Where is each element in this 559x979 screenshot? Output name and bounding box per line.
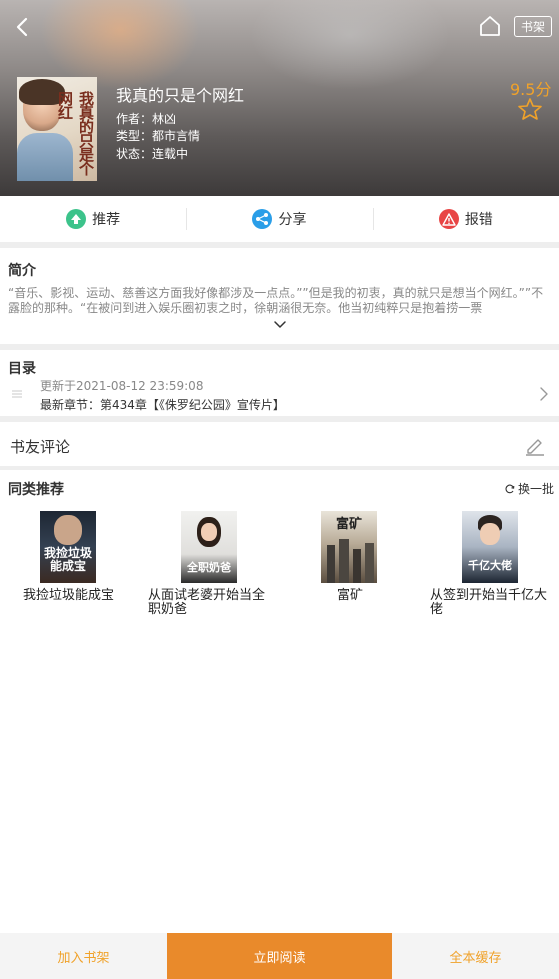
chevron-right-icon[interactable]: [539, 387, 549, 401]
book-title: 我真的只是个网红: [116, 86, 245, 105]
intro-text: “音乐、影视、运动、慈善这方面我好像都涉及一点点。””但是我的初衷，真的就只是想…: [8, 286, 544, 315]
add-to-shelf-button[interactable]: 加入书架: [0, 933, 167, 979]
share-label: 分享: [278, 212, 307, 228]
toc-updated: 更新于2021-08-12 23:59:08: [40, 379, 204, 393]
rec-cover-title: 我捡垃圾能成宝: [43, 546, 92, 573]
recommend-icon: [66, 209, 87, 229]
recommend-button[interactable]: 推荐: [0, 196, 186, 242]
refresh-icon: [505, 484, 515, 493]
book-header: 书架 我真的只是个网红 我真的只是个网红 作者：林凶 类型：都市言情 状态：连载…: [0, 0, 559, 196]
rec-cover-title: 全职奶爸: [187, 561, 231, 574]
similar-books-section: 同类推荐 换一批 我捡垃圾能成宝 我捡垃圾能成宝 全职奶爸 从面试老婆开始当全职…: [0, 470, 559, 934]
book-type: 类型：都市言情: [116, 129, 201, 143]
edit-icon[interactable]: [524, 434, 546, 456]
rec-title: 富矿: [337, 588, 364, 603]
rec-cover-title: 富矿: [335, 517, 362, 532]
refresh-label: 换一批: [518, 482, 555, 496]
share-button[interactable]: 分享: [186, 196, 372, 242]
share-icon: [252, 209, 273, 229]
rec-cover-title: 千亿大佬: [468, 559, 512, 572]
cache-all-button[interactable]: 全本缓存: [392, 933, 559, 979]
toc-title: 目录: [8, 361, 36, 377]
book-cover: 我真的只是个网红: [17, 77, 97, 181]
report-button[interactable]: 报错: [372, 196, 559, 242]
book-status: 状态：连载中: [116, 147, 189, 161]
comments-section[interactable]: 书友评论: [0, 422, 559, 466]
refresh-button[interactable]: 换一批: [505, 480, 554, 497]
recommend-label: 推荐: [92, 212, 121, 228]
cover-title: 我真的只是个网红: [56, 91, 95, 175]
toc-latest-chapter[interactable]: 最新章节：第434章【《侏罗纪公园》宣传片】: [40, 396, 285, 413]
rec-cover: 我捡垃圾能成宝: [40, 511, 96, 583]
comments-title: 书友评论: [10, 438, 71, 456]
recs-title: 同类推荐: [8, 482, 64, 498]
rec-title: 从面试老婆开始当全职奶爸: [148, 588, 266, 617]
rec-title: 从签到开始当千亿大佬: [430, 588, 548, 617]
rec-title: 我捡垃圾能成宝: [23, 588, 115, 603]
rec-cover: 全职奶爸: [181, 511, 237, 583]
chevron-left-icon: [16, 17, 28, 37]
read-now-button[interactable]: 立即阅读: [167, 933, 392, 979]
chevron-down-icon[interactable]: [272, 320, 288, 330]
star-icon[interactable]: [517, 97, 543, 121]
intro-section: 简介 “音乐、影视、运动、慈善这方面我好像都涉及一点点。””但是我的初衷，真的就…: [0, 248, 559, 344]
warning-icon: [438, 209, 459, 229]
action-bar: 推荐 分享 报错: [0, 196, 559, 242]
report-label: 报错: [464, 212, 493, 228]
list-icon: [12, 390, 22, 398]
toc-section[interactable]: 目录 更新于2021-08-12 23:59:08 最新章节：第434章【《侏罗…: [0, 350, 559, 416]
home-icon[interactable]: [478, 14, 502, 38]
intro-title: 简介: [8, 263, 36, 279]
bottom-bar: 加入书架 立即阅读 全本缓存: [0, 933, 559, 979]
rec-cover: 千亿大佬: [462, 511, 518, 583]
header-backdrop-highlight: [250, 0, 450, 90]
bookshelf-button[interactable]: 书架: [514, 16, 552, 37]
book-author: 作者：林凶: [116, 112, 177, 126]
rec-cover: 富矿: [321, 511, 377, 583]
back-button[interactable]: [8, 12, 36, 42]
